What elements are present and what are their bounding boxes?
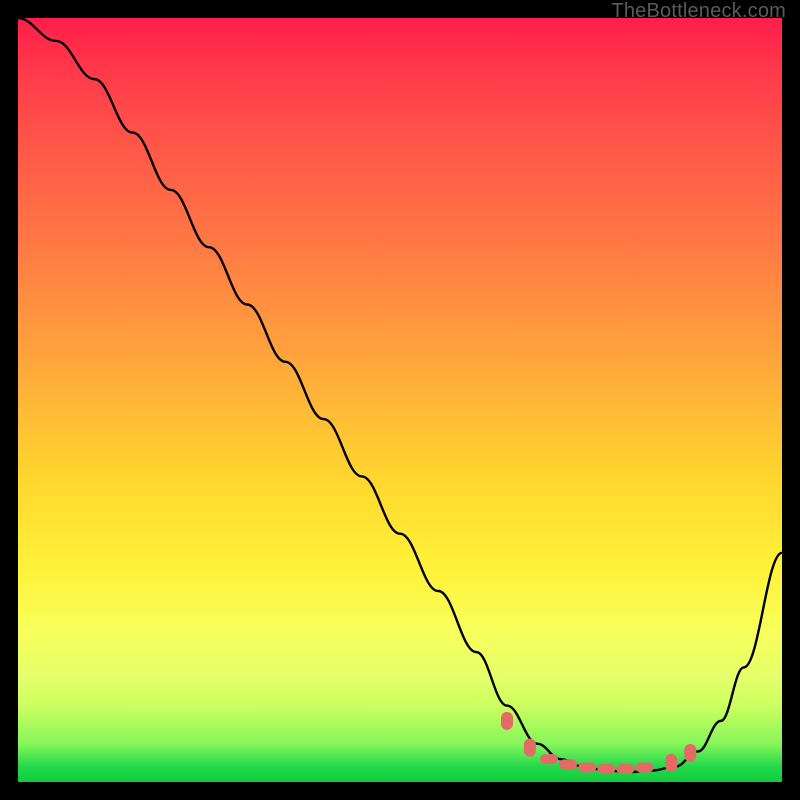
optimum-marker (501, 712, 513, 730)
chart-container: TheBottleneck.com (0, 0, 800, 800)
optimum-marker (524, 739, 536, 757)
optimum-marker (665, 754, 677, 772)
optimum-marker (684, 744, 696, 762)
watermark-text: TheBottleneck.com (611, 0, 786, 23)
optimum-marker (578, 763, 596, 773)
optimum-marker (597, 764, 615, 774)
optimum-marker (636, 763, 654, 773)
chart-svg (18, 18, 782, 782)
bottleneck-curve (18, 18, 782, 772)
optimum-marker (616, 764, 634, 774)
optimum-marker (559, 759, 577, 769)
optimum-markers (501, 712, 696, 774)
optimum-marker (540, 754, 558, 764)
